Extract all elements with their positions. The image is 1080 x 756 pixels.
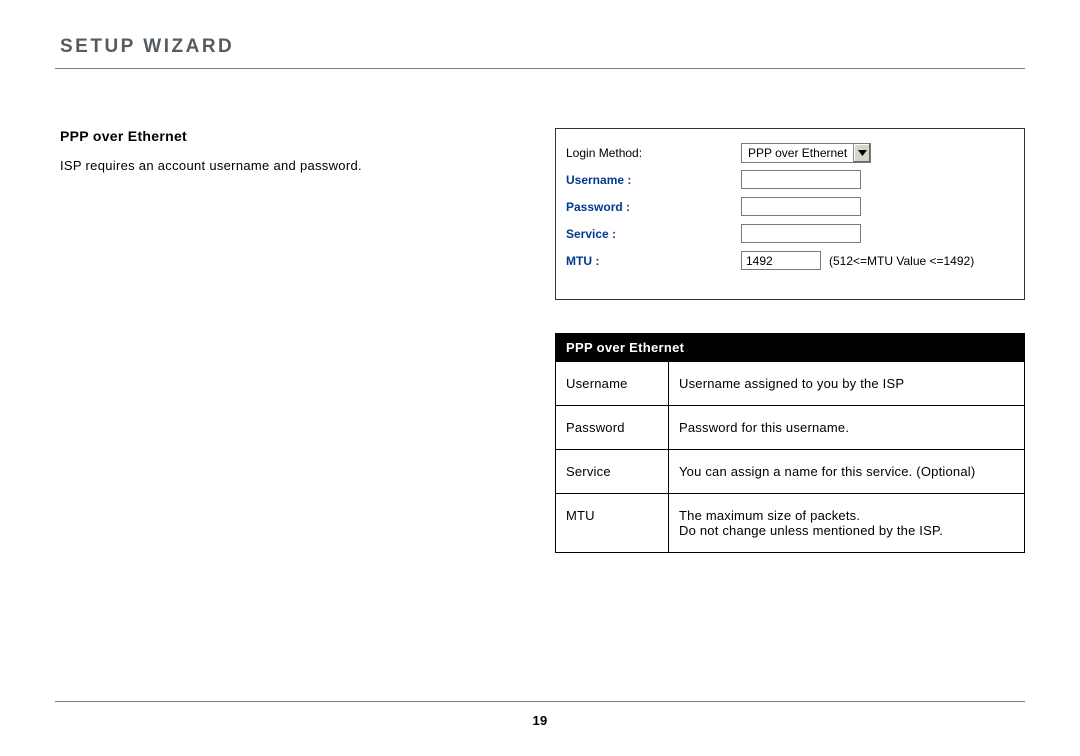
login-method-row: Login Method: PPP over Ethernet (556, 139, 1024, 166)
table-header: PPP over Ethernet (556, 334, 1025, 362)
cell-key: Username (556, 362, 669, 406)
table-row: Service You can assign a name for this s… (556, 450, 1025, 494)
mtu-label: MTU : (566, 254, 741, 268)
cell-val: You can assign a name for this service. … (669, 450, 1025, 494)
cell-val: Username assigned to you by the ISP (669, 362, 1025, 406)
password-input[interactable] (741, 197, 861, 216)
table-row: Username Username assigned to you by the… (556, 362, 1025, 406)
login-method-select[interactable]: PPP over Ethernet (741, 143, 871, 163)
header-divider (55, 68, 1025, 69)
config-panel: Login Method: PPP over Ethernet Username… (555, 128, 1025, 300)
username-input[interactable] (741, 170, 861, 189)
page-number: 19 (0, 713, 1080, 728)
section-heading: PPP over Ethernet (60, 128, 480, 144)
password-label: Password : (566, 200, 741, 214)
mtu-hint: (512<=MTU Value <=1492) (829, 254, 974, 268)
cell-val: Password for this username. (669, 406, 1025, 450)
chevron-down-icon[interactable] (853, 144, 870, 162)
cell-key: MTU (556, 494, 669, 553)
mtu-input[interactable] (741, 251, 821, 270)
service-input[interactable] (741, 224, 861, 243)
cell-key: Service (556, 450, 669, 494)
table-row: Password Password for this username. (556, 406, 1025, 450)
table-row: MTU The maximum size of packets. Do not … (556, 494, 1025, 553)
left-column: PPP over Ethernet ISP requires an accoun… (60, 128, 480, 173)
footer-divider (55, 701, 1025, 702)
service-row: Service : (556, 220, 1024, 247)
login-method-label: Login Method: (566, 146, 741, 160)
service-label: Service : (566, 227, 741, 241)
login-method-value: PPP over Ethernet (742, 146, 853, 160)
description-table: PPP over Ethernet Username Username assi… (555, 333, 1025, 553)
mtu-row: MTU : (512<=MTU Value <=1492) (556, 247, 1024, 274)
page-title: SETUP WIZARD (60, 36, 234, 58)
cell-val: The maximum size of packets. Do not chan… (669, 494, 1025, 553)
cell-key: Password (556, 406, 669, 450)
username-row: Username : (556, 166, 1024, 193)
password-row: Password : (556, 193, 1024, 220)
username-label: Username : (566, 173, 741, 187)
section-description: ISP requires an account username and pas… (60, 158, 480, 173)
